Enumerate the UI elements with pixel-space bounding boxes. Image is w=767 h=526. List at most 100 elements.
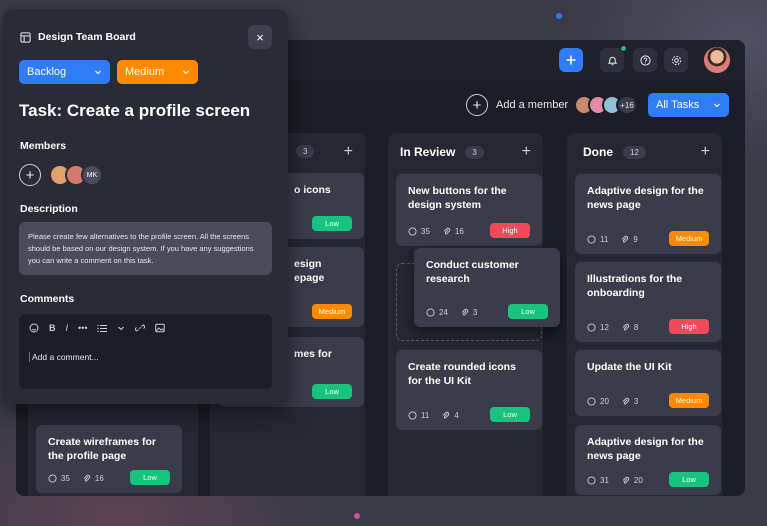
paperclip-icon xyxy=(622,323,630,331)
priority-badge: Medium xyxy=(669,393,709,408)
priority-badge: Medium xyxy=(312,304,352,319)
comment-count: 11 xyxy=(587,235,608,244)
add-card-button[interactable]: + xyxy=(344,143,353,161)
comment-input[interactable]: Add a comment... xyxy=(29,352,99,362)
status-dropdown[interactable]: Backlog xyxy=(19,60,110,84)
card-title: Adaptive design for the news page xyxy=(587,436,704,462)
priority-badge: Low xyxy=(130,470,170,485)
card-meta: 12 8 xyxy=(587,323,638,332)
comment-icon xyxy=(587,235,596,244)
comment-count-value: 24 xyxy=(439,308,448,317)
italic-icon[interactable]: I xyxy=(66,323,69,333)
card-meta: 20 3 xyxy=(587,397,638,406)
add-card-button[interactable]: + xyxy=(701,143,710,161)
attachment-count: 16 xyxy=(82,474,104,483)
column-title: In Review xyxy=(400,145,456,159)
attachment-count-value: 3 xyxy=(633,397,639,406)
priority-value: Medium xyxy=(125,66,165,78)
attachment-count-value: 8 xyxy=(633,323,639,332)
priority-dropdown[interactable]: Medium xyxy=(117,60,198,84)
comment-icon xyxy=(587,397,596,406)
task-card[interactable]: Illustrations for the onboarding 12 8 Hi… xyxy=(575,262,721,342)
emoji-icon[interactable] xyxy=(29,323,39,333)
card-title: o icons xyxy=(294,184,331,196)
column-in-review: In Review 3 + New buttons for the design… xyxy=(388,133,560,496)
bell-icon xyxy=(607,56,617,65)
task-card[interactable]: New buttons for the design system 35 16 … xyxy=(396,174,542,246)
comment-count: 12 xyxy=(587,323,609,332)
members-label: Members xyxy=(20,140,67,152)
add-button[interactable] xyxy=(559,48,583,72)
comment-count: 35 xyxy=(48,474,70,483)
attachment-count-value: 9 xyxy=(633,235,638,244)
card-title: New buttons for the design system xyxy=(408,185,507,211)
chevron-down-icon[interactable] xyxy=(117,324,125,332)
status-value: Backlog xyxy=(27,66,67,78)
card-title: Adaptive design for the news page xyxy=(587,185,704,211)
add-member-button[interactable]: + Add a member xyxy=(466,93,568,117)
attachment-count-value: 3 xyxy=(472,308,478,317)
column-header: 3 xyxy=(296,145,315,158)
comment-count: 11 xyxy=(408,411,429,420)
notifications-button[interactable] xyxy=(600,45,627,72)
link-icon[interactable] xyxy=(135,323,146,333)
help-icon xyxy=(639,54,651,66)
paperclip-icon xyxy=(622,476,630,484)
task-card-dragging[interactable]: Conduct customer research 24 3 Low xyxy=(414,248,560,327)
attachment-count: 9 xyxy=(620,235,638,244)
comment-count-value: 31 xyxy=(600,476,609,485)
plus-icon xyxy=(566,55,576,65)
task-card[interactable]: Update the UI Kit 20 3 Medium xyxy=(575,350,721,416)
member-avatars[interactable]: +16 xyxy=(574,95,638,115)
more-icon[interactable]: ••• xyxy=(78,323,87,333)
close-button[interactable]: × xyxy=(248,25,272,49)
attachment-count: 3 xyxy=(621,397,638,406)
description-label: Description xyxy=(20,203,78,215)
all-tasks-dropdown[interactable]: All Tasks xyxy=(648,93,729,117)
attachment-count-value: 16 xyxy=(454,227,464,236)
bold-icon[interactable]: B xyxy=(49,323,56,333)
card-title: esign epage xyxy=(294,258,325,284)
attachment-count-value: 4 xyxy=(454,411,459,420)
chevron-down-icon xyxy=(183,70,189,75)
add-card-button[interactable]: + xyxy=(522,143,531,161)
card-meta: 11 4 xyxy=(408,411,459,420)
description-text[interactable]: Please create few alternatives to the pr… xyxy=(19,222,272,275)
paperclip-icon xyxy=(83,474,91,482)
help-button[interactable] xyxy=(633,48,657,72)
chevron-down-icon xyxy=(714,103,720,108)
settings-button[interactable] xyxy=(664,48,688,72)
image-icon[interactable] xyxy=(155,323,166,333)
user-avatar[interactable] xyxy=(704,47,730,73)
comments-label: Comments xyxy=(20,293,75,305)
add-member-icon[interactable]: + xyxy=(19,164,41,186)
column-count: 3 xyxy=(465,145,484,159)
priority-badge: High xyxy=(490,223,530,238)
attachment-count: 3 xyxy=(460,308,477,317)
comment-count-value: 11 xyxy=(421,411,430,420)
paperclip-icon xyxy=(443,227,451,235)
attachment-count: 20 xyxy=(621,476,643,485)
task-detail-panel: Design Team Board × Backlog Medium Task:… xyxy=(3,9,288,404)
comment-icon xyxy=(426,308,435,317)
card-title: Create wireframes for the profile page xyxy=(48,436,156,462)
task-card[interactable]: Create wireframes for the profile page 3… xyxy=(36,425,182,493)
task-card[interactable]: Create rounded icons for the UI Kit 11 4… xyxy=(396,350,542,430)
board-name: Design Team Board xyxy=(38,31,136,43)
chevron-down-icon xyxy=(95,70,101,75)
task-card[interactable]: Adaptive design for the news page 11 9 M… xyxy=(575,174,721,254)
comment-editor[interactable]: B I ••• Add a comment... xyxy=(19,314,272,389)
comment-icon xyxy=(408,227,417,236)
board-icon xyxy=(20,31,31,43)
column-title: Done xyxy=(583,145,613,159)
attachment-count-value: 20 xyxy=(633,476,643,485)
attachment-count: 8 xyxy=(621,323,638,332)
card-meta: 35 16 xyxy=(48,474,104,483)
priority-badge: Low xyxy=(312,216,352,231)
task-card[interactable]: Adaptive design for the news page 31 20 … xyxy=(575,425,721,495)
column-done: Done 12 + Adaptive design for the news p… xyxy=(567,133,722,496)
attachment-count: 16 xyxy=(442,227,464,236)
list-icon[interactable] xyxy=(97,324,108,333)
notification-dot xyxy=(620,45,627,52)
members-row: + MK xyxy=(19,164,103,186)
